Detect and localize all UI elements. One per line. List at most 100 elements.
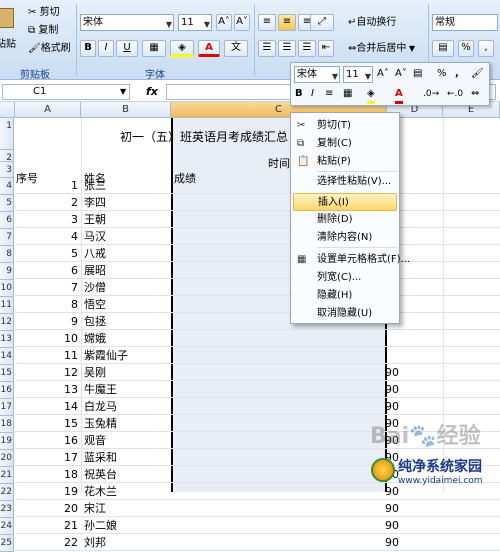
cell-name[interactable]: 包拯 — [81, 314, 181, 330]
row-header[interactable]: 15 — [0, 365, 14, 382]
paste-button[interactable]: 粘贴 — [0, 6, 22, 58]
menu-item-hide[interactable]: 隐藏(H) — [293, 287, 397, 305]
shrink-font-button[interactable]: A˅ — [234, 14, 250, 31]
grow-font-button[interactable]: A˄ — [216, 14, 232, 31]
cell-name[interactable]: 蓝采和 — [81, 450, 181, 466]
menu-item-format-cells[interactable]: ▦ 设置单元格格式(F)... — [293, 251, 410, 269]
mini-size-select[interactable]: 11 ▼ — [343, 66, 373, 83]
menu-item-copy[interactable]: ⧉ 复制(C) — [293, 135, 397, 153]
font-color-icon[interactable]: A — [198, 40, 220, 57]
cell-name[interactable]: 王朝 — [81, 212, 181, 228]
mini-currency-icon[interactable]: ▤ — [413, 67, 422, 81]
mini-align-center-icon[interactable]: ≡ — [325, 87, 333, 101]
cell-seq[interactable]: 17 — [15, 450, 80, 466]
cell-name[interactable]: 玉兔精 — [81, 416, 181, 432]
cut-button[interactable]: ✂ 剪切 — [28, 6, 60, 20]
cell-seq[interactable]: 18 — [15, 467, 80, 483]
cell-seq[interactable]: 13 — [15, 382, 80, 398]
cell-name[interactable]: 刘邦 — [81, 535, 181, 551]
cell-name[interactable]: 李四 — [81, 195, 181, 211]
italic-button[interactable]: I — [98, 40, 114, 57]
mini-decrease-decimal-icon[interactable]: ←.0 — [447, 87, 463, 101]
font-name-select[interactable]: 宋体 ▼ — [80, 14, 174, 31]
row-header[interactable]: 3 — [0, 162, 14, 178]
fx-icon[interactable]: fx — [146, 85, 158, 98]
mini-shrink-font-button[interactable]: A˅ — [395, 67, 407, 81]
mini-italic-button[interactable]: I — [311, 87, 314, 101]
percent-button[interactable]: % — [458, 40, 474, 57]
underline-button[interactable]: U — [116, 40, 138, 57]
align-center-icon[interactable]: ☰ — [278, 40, 296, 57]
cell-seq[interactable]: 15 — [15, 416, 80, 432]
chevron-down-icon[interactable]: ▼ — [120, 87, 126, 96]
align-middle-icon[interactable]: ≡ — [278, 14, 296, 31]
row-header[interactable]: 5 — [0, 195, 14, 212]
cell-seq[interactable]: 7 — [15, 280, 80, 296]
cell-name[interactable]: 八戒 — [81, 246, 181, 262]
cell-seq[interactable]: 14 — [15, 399, 80, 415]
cell-name[interactable]: 张三 — [81, 178, 181, 194]
row-header[interactable]: 17 — [0, 399, 14, 416]
cell-score[interactable]: 90 — [375, 399, 399, 415]
cell-score[interactable]: 90 — [375, 518, 399, 534]
bold-button[interactable]: B — [80, 40, 96, 57]
borders-icon[interactable]: ▦ — [142, 40, 166, 57]
wrap-text-button[interactable]: ↵自动换行 — [348, 16, 396, 30]
cell-name[interactable]: 花木兰 — [81, 484, 181, 500]
cell-name[interactable]: 牛魔王 — [81, 382, 181, 398]
cell-seq[interactable]: 10 — [15, 331, 80, 347]
select-all-corner[interactable] — [0, 102, 15, 118]
menu-item-unhide[interactable]: 取消隐藏(U) — [293, 305, 397, 323]
row-header[interactable]: 23 — [0, 501, 14, 518]
cell-seq[interactable]: 3 — [15, 212, 80, 228]
cell-seq[interactable]: 5 — [15, 246, 80, 262]
cell-score[interactable]: 90 — [375, 382, 399, 398]
menu-item-insert[interactable]: 插入(I) — [293, 193, 397, 211]
cell-seq[interactable]: 22 — [15, 535, 80, 551]
row-header[interactable]: 22 — [0, 484, 14, 501]
cell-score[interactable]: 90 — [375, 535, 399, 551]
fill-color-icon[interactable]: ◈ — [170, 40, 194, 57]
mini-merge-icon[interactable]: ⇔ — [471, 87, 479, 101]
number-format-select[interactable]: 常规 — [432, 14, 498, 31]
mini-font-select[interactable]: 宋体 ▼ — [294, 66, 340, 83]
row-header[interactable]: 10 — [0, 280, 14, 297]
row-header[interactable]: 18 — [0, 416, 14, 433]
menu-item-clear-contents[interactable]: 清除内容(N) — [293, 229, 397, 247]
row-header[interactable]: 20 — [0, 450, 14, 467]
copy-button[interactable]: ⧉ 复制 — [28, 24, 58, 38]
cell-name[interactable]: 悟空 — [81, 297, 181, 313]
cell-name[interactable]: 嫦娥 — [81, 331, 181, 347]
decrease-indent-icon[interactable]: ⇤ — [318, 40, 334, 57]
row-header[interactable]: 21 — [0, 467, 14, 484]
menu-item-column-width[interactable]: 列宽(C)... — [293, 269, 397, 287]
row-header[interactable]: 1 — [0, 118, 14, 150]
row-header[interactable]: 13 — [0, 331, 14, 348]
row-header[interactable]: 8 — [0, 246, 14, 263]
row-header[interactable]: 11 — [0, 297, 14, 314]
mini-fill-color-icon[interactable]: ◈ — [367, 87, 375, 104]
align-right-icon[interactable]: ☰ — [298, 40, 316, 57]
cell-seq[interactable]: 21 — [15, 518, 80, 534]
cell-seq[interactable]: 9 — [15, 314, 80, 330]
cell-name[interactable]: 吴刚 — [81, 365, 181, 381]
cell-name[interactable]: 展昭 — [81, 263, 181, 279]
mini-increase-decimal-icon[interactable]: .0→ — [423, 87, 439, 101]
cell-seq[interactable]: 20 — [15, 501, 80, 517]
row-header[interactable]: 7 — [0, 229, 14, 246]
comma-button[interactable]: , — [478, 40, 494, 57]
orientation-icon[interactable]: ⤢ — [310, 14, 334, 31]
cell-seq[interactable]: 12 — [15, 365, 80, 381]
format-painter-button[interactable]: 🖌格式刷 — [28, 42, 71, 56]
cell-seq[interactable]: 16 — [15, 433, 80, 449]
cell-seq[interactable]: 19 — [15, 484, 80, 500]
mini-grow-font-button[interactable]: A˄ — [377, 67, 389, 81]
cell-score[interactable]: 90 — [375, 484, 399, 500]
cell-name[interactable]: 紫霞仙子 — [81, 348, 181, 364]
cell-seq[interactable]: 2 — [15, 195, 80, 211]
menu-item-cut[interactable]: ✂ 剪切(T) — [293, 117, 397, 135]
mini-format-painter-icon[interactable]: 🖌 — [471, 67, 484, 81]
name-box[interactable]: C1 — [2, 84, 130, 100]
menu-item-delete[interactable]: 删除(D) — [293, 211, 397, 229]
row-header[interactable]: 14 — [0, 348, 14, 365]
